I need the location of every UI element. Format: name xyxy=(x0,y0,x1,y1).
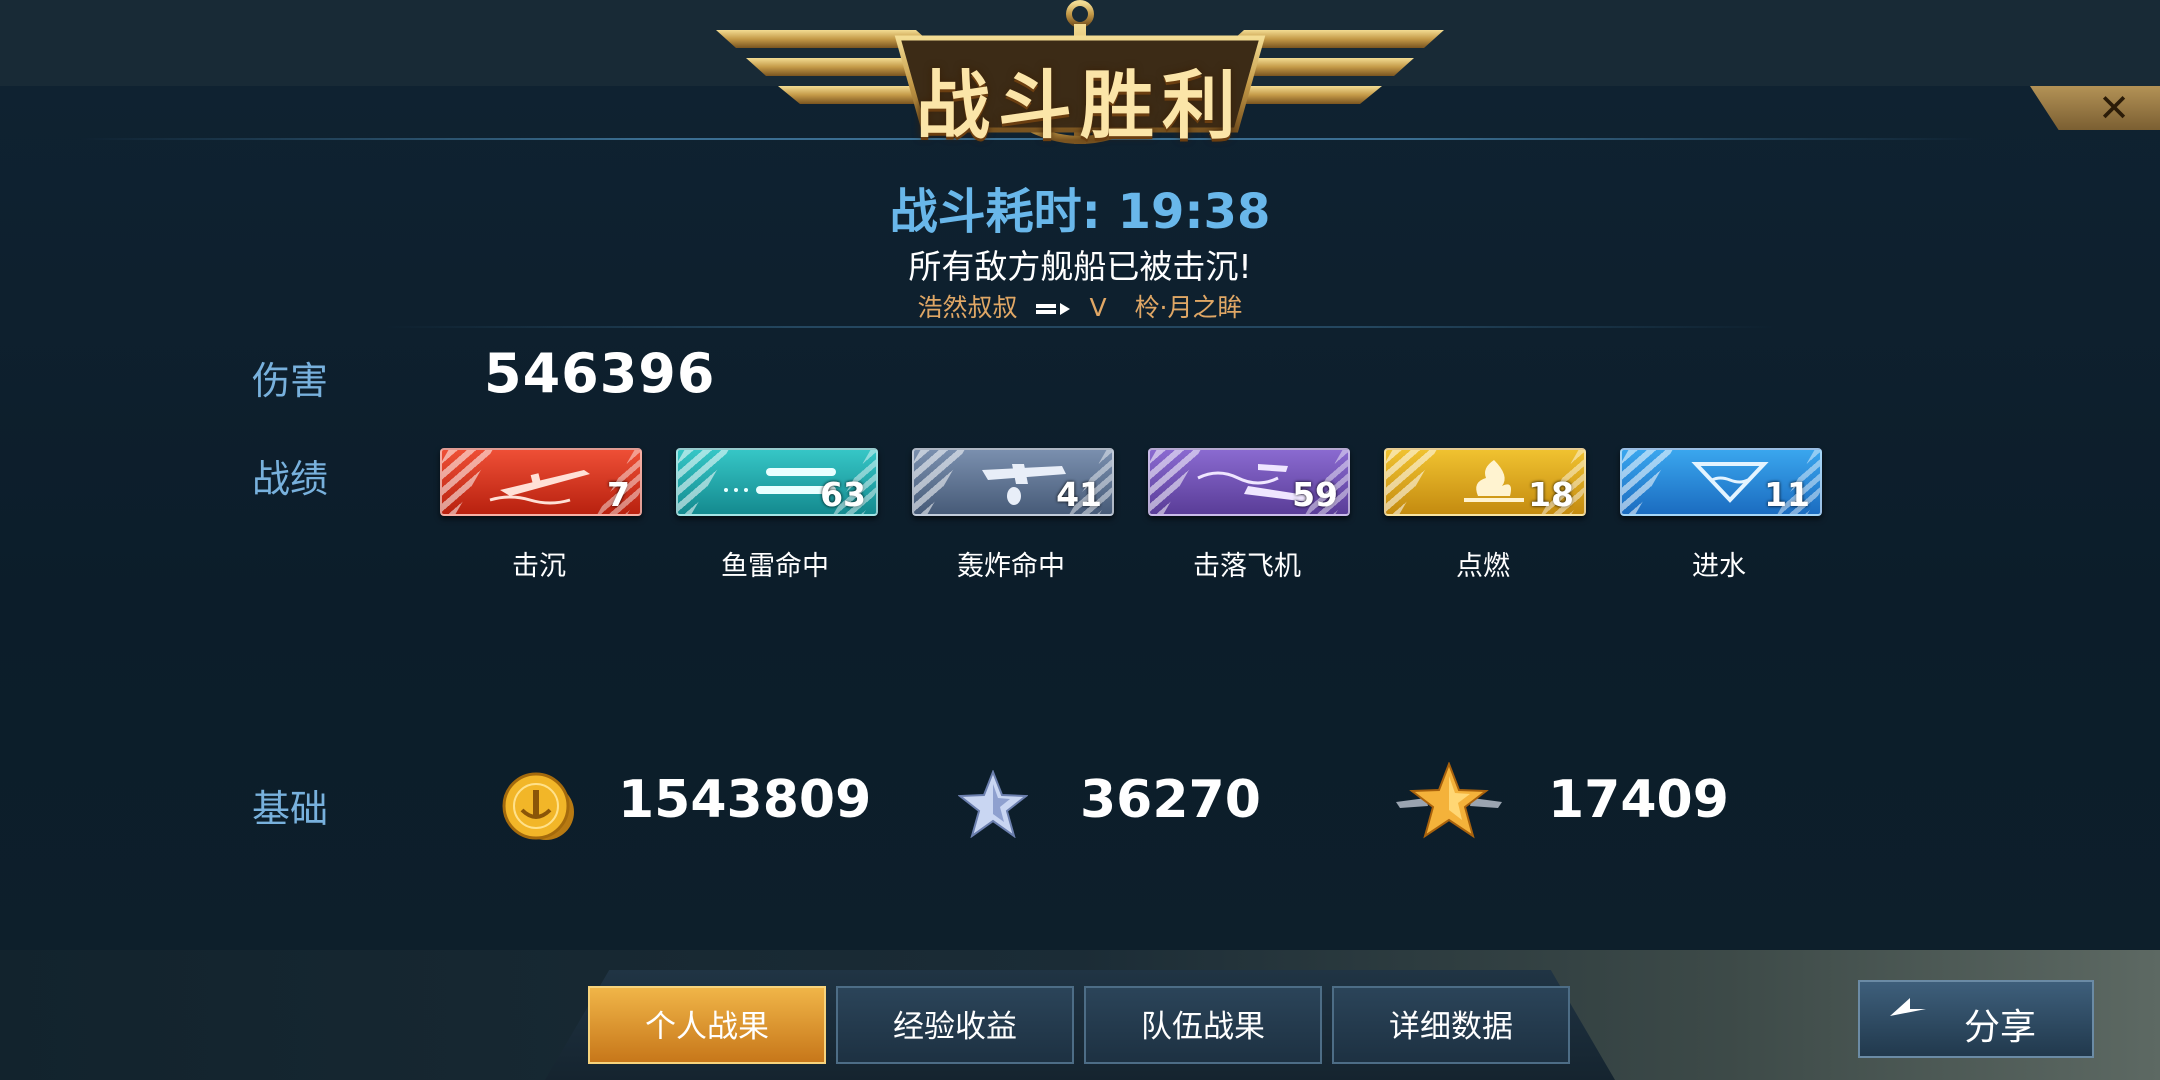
tab-team-result[interactable]: 队伍战果 xyxy=(1084,986,1322,1064)
share-button[interactable]: 分享 xyxy=(1858,980,2094,1058)
stat-card-torpedo[interactable]: 63 xyxy=(676,448,878,516)
damage-label: 伤害 xyxy=(252,359,329,403)
tab-personal-result[interactable]: 个人战果 xyxy=(588,986,826,1064)
victory-title: 战斗胜利 xyxy=(916,63,1244,149)
gold-star-wings-icon xyxy=(1396,762,1502,839)
stat-label-sink: 击沉 xyxy=(512,551,566,582)
stat-label-torpedo: 鱼雷命中 xyxy=(721,551,829,582)
kill-feed: 浩然叔叔 V 柃·月之眸 xyxy=(0,288,2160,324)
stat-value-aircraft: 59 xyxy=(1292,475,1338,514)
kill-separator: V xyxy=(1089,293,1107,322)
stat-label-bomb: 轰炸命中 xyxy=(957,551,1065,582)
victim-name: 柃·月之眸 xyxy=(1134,293,1243,322)
record-label: 战绩 xyxy=(252,457,329,501)
result-message: 所有敌方舰船已被击沉! xyxy=(908,247,1252,286)
stat-label-fire: 点燃 xyxy=(1456,551,1510,582)
stat-card-aircraft[interactable]: 59 xyxy=(1148,448,1350,516)
stat-value-sink: 7 xyxy=(607,475,630,514)
share-label: 分享 xyxy=(1964,1007,2037,1048)
stat-label-flooding: 进水 xyxy=(1692,551,1746,582)
divider-mid xyxy=(380,326,1780,328)
share-back-arrow-icon xyxy=(1890,998,1926,1016)
torpedo-arrow-icon xyxy=(1035,303,1070,315)
stat-value-torpedo: 63 xyxy=(820,475,866,514)
stat-card-sink[interactable]: 7 xyxy=(440,448,642,516)
stat-value-bomb: 41 xyxy=(1056,475,1102,514)
stat-card-fire[interactable]: 18 xyxy=(1384,448,1586,516)
stat-value-fire: 18 xyxy=(1528,475,1574,514)
base-exp-value: 17409 xyxy=(1548,770,1729,830)
duration-label: 战斗耗时 xyxy=(889,184,1082,240)
stat-label-aircraft: 击落飞机 xyxy=(1193,551,1301,582)
tab-exp-gain[interactable]: 经验收益 xyxy=(836,986,1074,1064)
silver-star-icon xyxy=(958,770,1028,838)
base-stars-value: 36270 xyxy=(1080,770,1261,830)
killer-name: 浩然叔叔 xyxy=(917,293,1018,322)
damage-value: 546396 xyxy=(484,342,716,405)
gold-coin-icon xyxy=(502,772,574,840)
duration-value: 19:38 xyxy=(1117,184,1271,240)
stat-card-flooding[interactable]: 11 xyxy=(1620,448,1822,516)
base-label: 基础 xyxy=(252,787,329,831)
stat-value-flooding: 11 xyxy=(1764,475,1810,514)
base-coins-value: 1543809 xyxy=(618,770,872,830)
tab-detailed-data[interactable]: 详细数据 xyxy=(1332,986,1570,1064)
stat-card-bomb[interactable]: 41 xyxy=(912,448,1114,516)
close-icon: ✕ xyxy=(2098,86,2130,130)
battle-duration: 战斗耗时: 19:38 xyxy=(889,184,1271,240)
sinking-ship-icon xyxy=(489,470,590,505)
